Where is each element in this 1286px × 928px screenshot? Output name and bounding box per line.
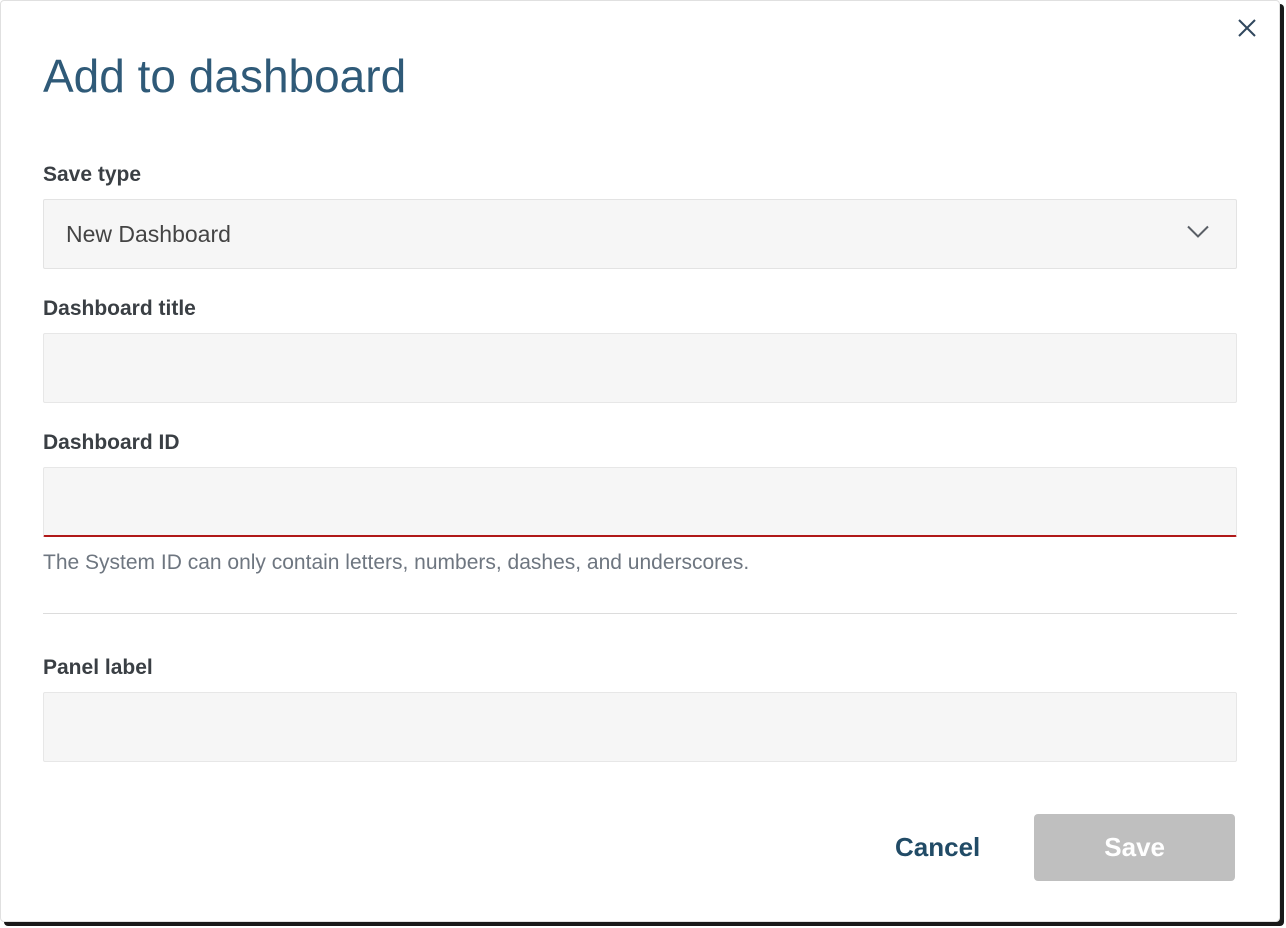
save-type-label: Save type [43,163,1237,187]
close-icon [1237,18,1257,41]
chevron-down-icon [1186,225,1210,244]
cancel-button[interactable]: Cancel [885,814,990,881]
dashboard-title-field: Dashboard title [43,297,1237,403]
add-to-dashboard-modal: Add to dashboard Save type New Dashboard… [0,0,1280,922]
save-type-value: New Dashboard [66,221,231,248]
dashboard-id-input[interactable] [43,467,1237,537]
modal-title: Add to dashboard [43,49,1237,103]
panel-label-field: Panel label [43,656,1237,762]
section-divider [43,613,1237,614]
save-button[interactable]: Save [1034,814,1235,881]
modal-footer: Cancel Save [885,814,1235,881]
dashboard-title-label: Dashboard title [43,297,1237,321]
dashboard-id-help: The System ID can only contain letters, … [43,551,1237,575]
close-button[interactable] [1233,15,1261,43]
panel-label-input[interactable] [43,692,1237,762]
save-type-field: Save type New Dashboard [43,163,1237,269]
dashboard-id-field: Dashboard ID The System ID can only cont… [43,431,1237,575]
dashboard-id-label: Dashboard ID [43,431,1237,455]
dashboard-title-input[interactable] [43,333,1237,403]
panel-label-label: Panel label [43,656,1237,680]
save-type-select[interactable]: New Dashboard [43,199,1237,269]
